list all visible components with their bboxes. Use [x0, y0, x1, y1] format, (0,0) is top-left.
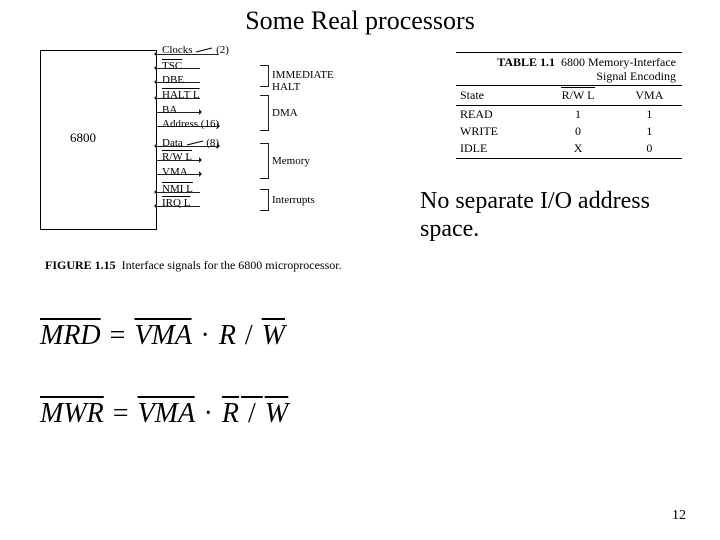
grp-immediate-halt: IMMEDIATE HALT [272, 69, 360, 93]
table-row: WRITE01 [456, 123, 682, 140]
equation-mrd: MRD = VMA · R / W [40, 320, 285, 352]
chip-box [40, 50, 157, 230]
page-number: 12 [672, 508, 686, 524]
table-row: IDLEX0 [456, 140, 682, 159]
th-rw: R/W L [539, 86, 616, 106]
slide-title: Some Real processors [0, 6, 720, 36]
table-row: READ11 [456, 106, 682, 124]
sig-irq: IRQ L [162, 197, 190, 209]
sig-rw: R/W L [162, 151, 192, 163]
grp-interrupts: Interrupts [272, 194, 315, 206]
sig-clocks: Clocks (2) [162, 44, 229, 56]
figure-6800-signals: 6800 Clocks (2) TSC DBE IMMEDIATE HALT H… [40, 38, 360, 253]
sig-dbe: DBE [162, 74, 184, 86]
sig-address: Address (16) [162, 118, 219, 130]
sig-ba: BA [162, 104, 177, 116]
sig-vma: VMA [162, 166, 188, 178]
sig-halt: HALT L [162, 89, 200, 101]
grp-memory: Memory [272, 155, 310, 167]
equation-mwr: MWR = VMA · R / W [40, 398, 288, 430]
chip-label: 6800 [70, 130, 96, 146]
sig-data: Data (8) [162, 137, 219, 149]
th-vma: VMA [617, 86, 682, 106]
sig-nmi: NMI L [162, 183, 193, 195]
th-state: State [456, 86, 539, 106]
grp-dma: DMA [272, 107, 298, 119]
figure-caption: FIGURE 1.15 Interface signals for the 68… [45, 258, 342, 273]
table-1-1: TABLE 1.1 6800 Memory-Interface Signal E… [456, 52, 682, 159]
note-text: No separate I/O address space. [420, 187, 680, 243]
sig-tsc: TSC [162, 60, 182, 72]
